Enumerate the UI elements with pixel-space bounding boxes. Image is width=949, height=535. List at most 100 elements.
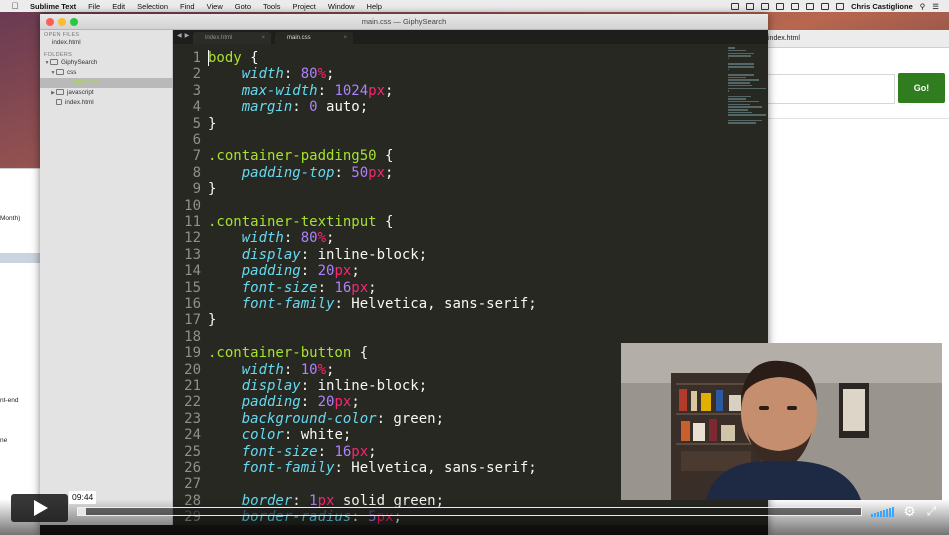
code-line[interactable]: width: 10%; [208, 361, 335, 378]
settings-gear-icon[interactable]: ⚙ [902, 504, 917, 519]
code-line[interactable]: font-family: Helvetica, sans-serif; [208, 296, 537, 312]
code-line[interactable]: display: inline-block; [208, 247, 427, 263]
code-token: ; [351, 394, 360, 411]
code-line[interactable]: width: 80%; [208, 230, 335, 247]
code-token: .container-textinput [208, 214, 377, 230]
code-token: : [283, 230, 301, 247]
tab-main-css[interactable]: main.css × [275, 32, 353, 44]
sidebar-open-file-index-html[interactable]: index.html [40, 38, 173, 48]
code-line[interactable]: .container-padding50 { [208, 148, 393, 164]
code-line[interactable]: } [208, 181, 216, 197]
menu-selection[interactable]: Selection [137, 2, 168, 11]
line-number: 20 [184, 361, 201, 378]
sidebar-folder-css[interactable]: ▼ css [40, 68, 173, 78]
wifi-icon[interactable] [806, 2, 815, 10]
menu-app-name[interactable]: Sublime Text [30, 2, 76, 11]
folder-label: css [67, 69, 77, 76]
code-line[interactable]: .container-textinput { [208, 214, 393, 230]
code-token: ; [351, 263, 360, 280]
close-tab-icon[interactable]: × [261, 32, 265, 44]
code-token: : inline-block; [300, 378, 428, 394]
code-line[interactable]: padding: 20px; [208, 394, 360, 410]
bluetooth-icon[interactable] [791, 2, 800, 10]
menu-list-icon[interactable]: ☰ [932, 2, 939, 11]
code-token: padding [241, 394, 301, 411]
code-line[interactable]: font-size: 16px; [208, 444, 377, 460]
fullscreen-icon[interactable]: ⤢ [924, 504, 939, 519]
code-line[interactable]: .container-button { [208, 345, 368, 361]
window-titlebar[interactable]: main.css — GiphySearch [40, 14, 768, 30]
menu-view[interactable]: View [207, 2, 223, 11]
sidebar-file-main-css[interactable]: main.css [40, 78, 173, 88]
code-line[interactable]: background-color: green; [208, 411, 444, 427]
folder-icon [50, 59, 58, 65]
line-number: 26 [184, 460, 201, 476]
left-window-selected-row[interactable] [0, 253, 42, 263]
search-icon[interactable]: ⚲ [920, 2, 926, 11]
code-line[interactable]: width: 80%; [208, 66, 335, 82]
code-token: % [317, 361, 327, 378]
code-line[interactable]: display: inline-block; [208, 378, 427, 394]
minimap[interactable] [728, 46, 768, 124]
background-window-left: Month) nt-end ne [0, 168, 42, 535]
code-line[interactable]: font-size: 16px; [208, 280, 377, 296]
code-token: : white; [283, 427, 352, 444]
tab-index-html[interactable]: index.html × [193, 32, 271, 44]
upload-icon[interactable] [761, 2, 770, 10]
browser-address-bar[interactable]: index.html [768, 30, 949, 48]
mac-menubar:  Sublime Text File Edit Selection Find … [0, 0, 949, 12]
close-tab-icon[interactable]: × [343, 32, 347, 44]
go-button[interactable]: Go! [898, 73, 945, 103]
code-line[interactable]: body { [208, 50, 259, 66]
tab-nav-arrows-icon[interactable]: ◀▶ [177, 32, 192, 39]
code-token: : [334, 164, 352, 181]
volume-menubar-icon[interactable] [821, 2, 830, 10]
menu-file[interactable]: File [88, 2, 100, 11]
menu-edit[interactable]: Edit [112, 2, 125, 11]
text-cursor [208, 50, 209, 66]
play-button[interactable] [11, 494, 68, 522]
code-token: ; [385, 164, 394, 181]
volume-icon[interactable] [871, 507, 894, 517]
cloud-icon[interactable] [776, 2, 785, 10]
code-line[interactable]: font-family: Helvetica, sans-serif; [208, 460, 537, 476]
giphy-search-input[interactable] [768, 74, 895, 104]
menu-find[interactable]: Find [180, 2, 195, 11]
menu-project[interactable]: Project [293, 2, 316, 11]
menu-window[interactable]: Window [328, 2, 355, 11]
dropbox-icon[interactable] [746, 2, 755, 10]
menu-tools[interactable]: Tools [263, 2, 281, 11]
menu-goto[interactable]: Goto [235, 2, 251, 11]
code-token: : [317, 82, 335, 99]
zoom-window-icon[interactable] [70, 18, 78, 26]
code-token: ; [326, 361, 335, 378]
code-line[interactable]: padding-top: 50px; [208, 164, 394, 181]
code-line[interactable]: } [208, 116, 216, 132]
sidebar-folder-giphysearch[interactable]: ▼ GiphySearch [40, 58, 173, 68]
code-token: px [334, 263, 352, 280]
progress-bar[interactable] [77, 507, 862, 516]
line-number: 11 [184, 214, 201, 230]
line-number: 8 [192, 164, 201, 181]
code-line[interactable]: padding: 20px; [208, 263, 360, 279]
sidebar-folder-javascript[interactable]: ▶ javascript [40, 88, 173, 98]
code-line[interactable]: } [208, 312, 216, 328]
sidebar-file-index-html[interactable]: index.html [40, 98, 173, 108]
battery-icon[interactable] [836, 2, 845, 10]
close-window-icon[interactable] [46, 18, 54, 26]
apple-icon[interactable]:  [10, 1, 20, 11]
code-line[interactable]: max-width: 1024px; [208, 82, 394, 99]
code-line[interactable]: margin: 0 auto; [208, 99, 368, 115]
code-token: ; [326, 230, 335, 247]
screen-icon[interactable] [731, 2, 740, 10]
code-line[interactable]: color: white; [208, 427, 352, 444]
line-number: 17 [184, 312, 201, 329]
menu-help[interactable]: Help [367, 2, 382, 11]
code-token: ; [368, 443, 377, 460]
browser-url: index.html [768, 35, 800, 42]
minimize-window-icon[interactable] [58, 18, 66, 26]
menubar-user-name[interactable]: Chris Castiglione [851, 2, 913, 11]
